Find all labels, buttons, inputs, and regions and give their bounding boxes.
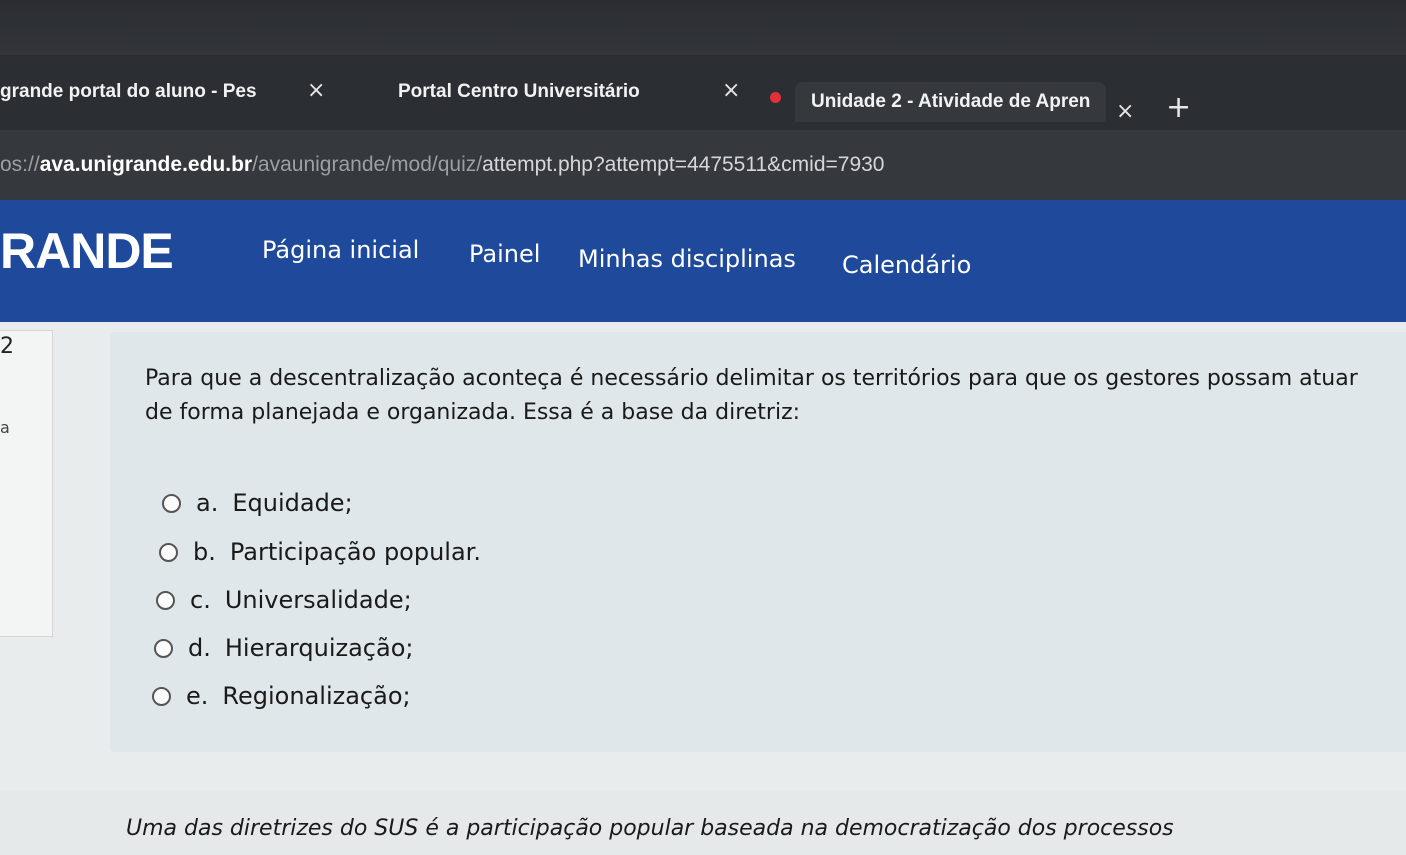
option-label: Equidade; — [232, 489, 353, 517]
url-path: /avaunigrande/mod/quiz/ — [252, 153, 483, 176]
option-letter: c. — [190, 586, 211, 614]
new-tab-icon[interactable]: + — [1166, 93, 1191, 123]
option-label: Regionalização; — [222, 682, 411, 710]
feedback-text: Uma das diretrizes do SUS é a participaç… — [126, 816, 1174, 841]
tab-title: Unidade 2 - Atividade de Apren — [811, 91, 1091, 112]
site-logo[interactable]: RANDE — [0, 222, 174, 280]
option-label: Universalidade; — [224, 586, 412, 614]
tab-title: Portal Centro Universitário — [398, 81, 640, 102]
question-state: a — [0, 418, 10, 437]
tab-close-icon[interactable]: × — [1116, 101, 1134, 123]
nav-painel[interactable]: Painel — [469, 240, 540, 268]
radio-button[interactable] — [162, 493, 181, 513]
tab-title: grande portal do aluno - Pes — [0, 81, 257, 102]
nav-minhas-disciplinas[interactable]: Minhas disciplinas — [578, 245, 796, 273]
tab-unidade-2[interactable]: Unidade 2 - Atividade de Apren — [795, 82, 1107, 122]
answer-option-e[interactable]: e. Regionalização; — [152, 681, 411, 711]
url-query: attempt.php?attempt=4475511&cmid=7930 — [482, 153, 885, 176]
option-letter: a. — [196, 489, 219, 517]
tab-portal-aluno[interactable]: grande portal do aluno - Pes — [0, 72, 257, 112]
radio-button[interactable] — [152, 686, 171, 706]
recording-indicator-icon — [770, 92, 781, 103]
question-text: Para que a descentralização aconteça é n… — [145, 366, 1358, 425]
radio-button[interactable] — [156, 590, 175, 610]
nav-calendario[interactable]: Calendário — [842, 251, 971, 279]
nav-pagina-inicial[interactable]: Página inicial — [262, 236, 419, 264]
option-label: Hierarquização; — [224, 634, 414, 662]
tab-portal-centro[interactable]: Portal Centro Universitário — [398, 72, 640, 112]
answer-option-b[interactable]: b. Participação popular. — [159, 537, 481, 567]
option-letter: b. — [193, 538, 216, 566]
answer-option-a[interactable]: a. Equidade; — [162, 488, 353, 518]
question-number: 2 — [0, 334, 14, 359]
question-info-panel — [0, 330, 53, 637]
option-label: Participação popular. — [229, 538, 481, 566]
answer-option-d[interactable]: d. Hierarquização; — [154, 633, 413, 663]
tab-close-icon[interactable]: × — [722, 80, 740, 102]
radio-button[interactable] — [154, 638, 173, 658]
url-text[interactable]: os://ava.unigrande.edu.br/avaunigrande/m… — [0, 153, 884, 177]
option-letter: e. — [186, 682, 209, 710]
url-host: ava.unigrande.edu.br — [39, 153, 253, 176]
top-bezel — [0, 0, 1406, 60]
radio-button[interactable] — [159, 542, 178, 562]
url-scheme: os:// — [0, 153, 40, 176]
screen: grande portal do aluno - Pes × Portal Ce… — [0, 0, 1406, 855]
option-letter: d. — [188, 634, 211, 662]
answer-option-c[interactable]: c. Universalidade; — [156, 585, 412, 615]
tab-close-icon[interactable]: × — [307, 80, 325, 102]
